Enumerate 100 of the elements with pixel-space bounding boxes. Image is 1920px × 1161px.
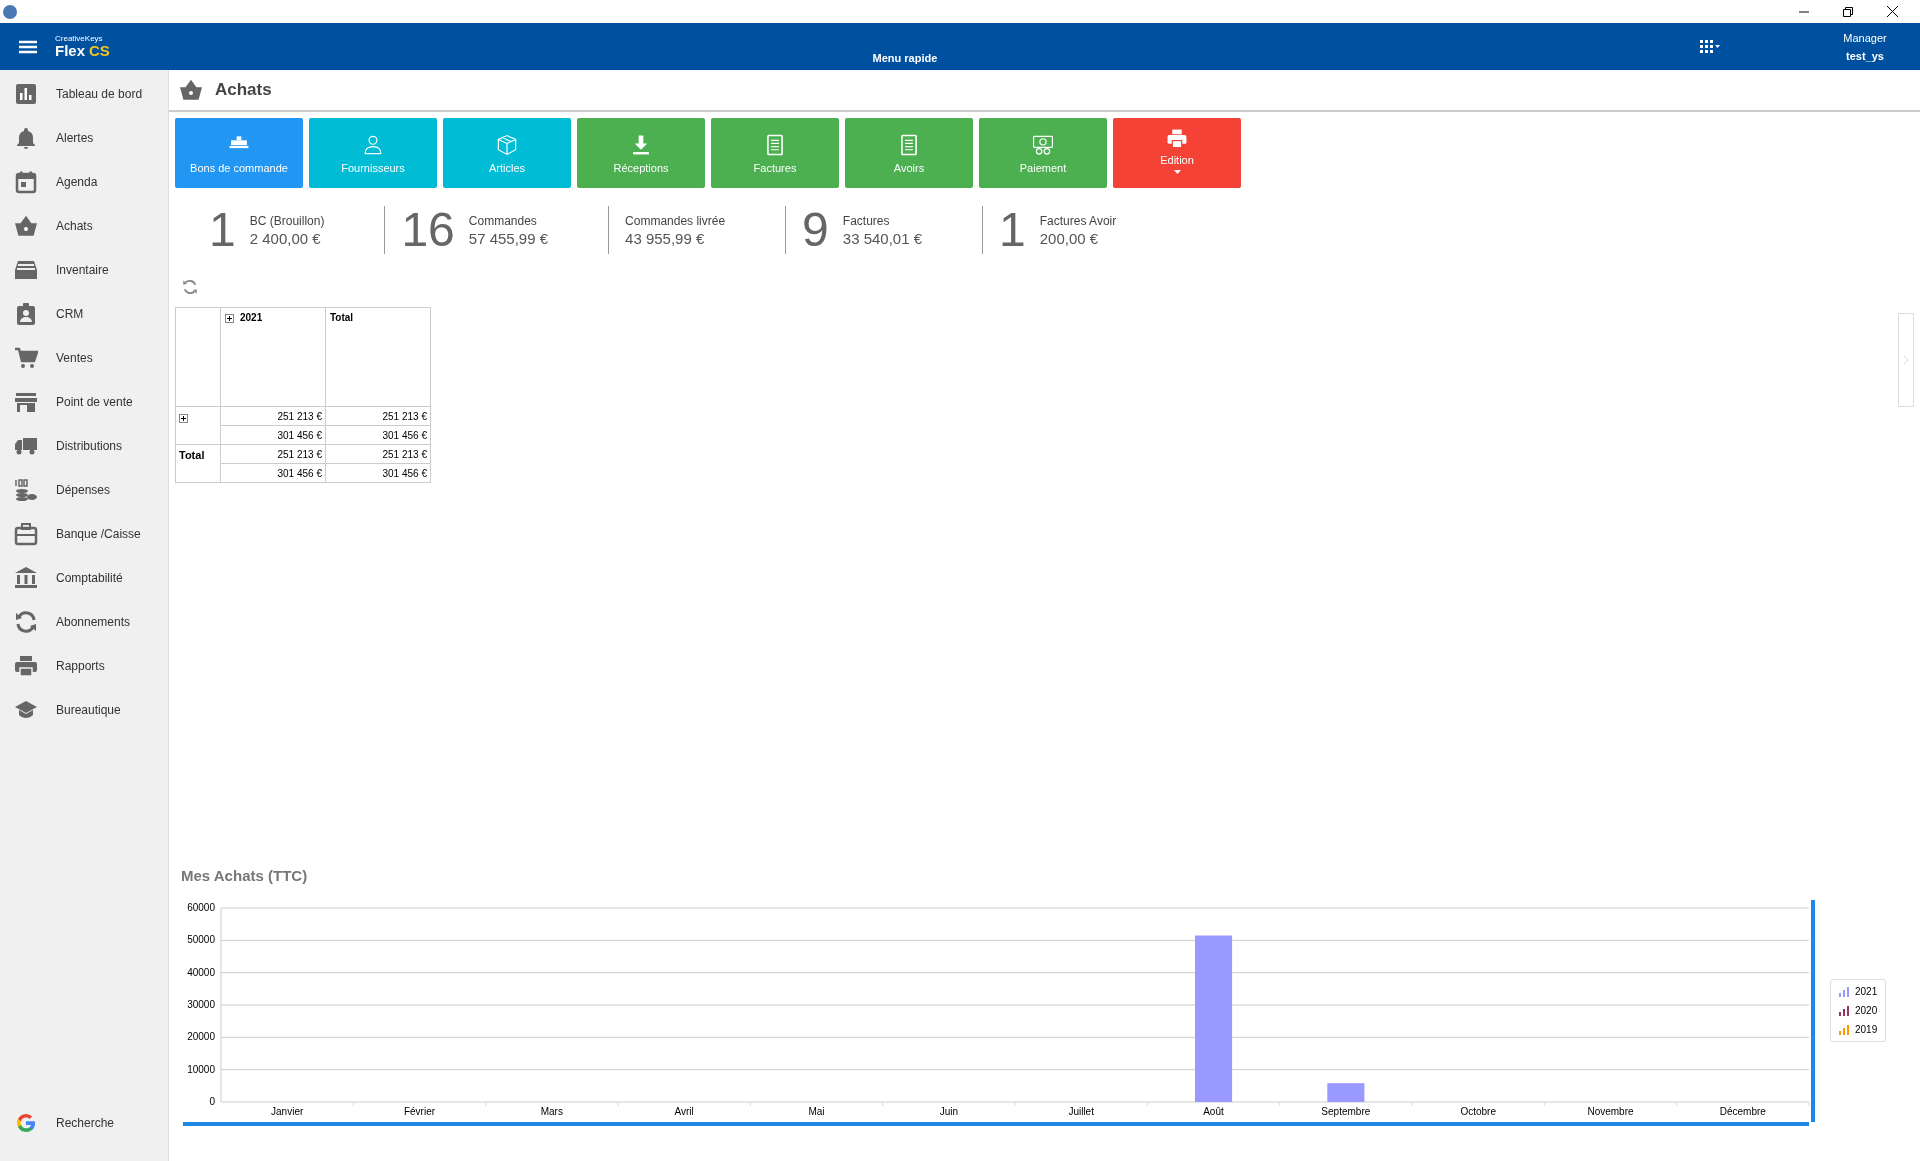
sidebar-item[interactable]: Banque /Caisse — [0, 512, 168, 556]
legend-label: 2021 — [1855, 986, 1878, 997]
bell-icon — [14, 126, 38, 150]
printer-icon — [14, 654, 38, 678]
apps-button[interactable] — [1700, 39, 1720, 54]
column-header: 2021 — [240, 312, 263, 323]
y-tick-label: 10000 — [187, 1063, 215, 1075]
sidebar-item[interactable]: Ventes — [0, 336, 168, 380]
brand-name: Flex — [55, 43, 85, 58]
sidebar-item[interactable]: Distributions — [0, 424, 168, 468]
chart-bar — [1327, 1083, 1365, 1102]
y-tick-label: 50000 — [187, 934, 215, 946]
restore-icon — [1843, 6, 1853, 17]
printer-icon — [1166, 128, 1188, 150]
x-tick-label: Février — [403, 1106, 436, 1117]
side-panel-handle[interactable] — [1898, 313, 1914, 407]
table-cell: 301 456 € — [325, 425, 431, 445]
x-tick-label: Janvier — [271, 1106, 304, 1117]
table-cell: 301 456 € — [220, 463, 326, 483]
quick-menu-title: Menu rapide — [871, 52, 939, 64]
brand-suffix: CS — [89, 43, 110, 58]
chart-icon — [14, 82, 38, 106]
cart-icon — [14, 346, 38, 370]
row-header: Total — [179, 449, 205, 461]
tray-icon — [14, 258, 38, 282]
sidebar-item[interactable]: CRM — [0, 292, 168, 336]
basket-icon — [179, 78, 203, 102]
sidebar-item[interactable]: Achats — [0, 204, 168, 248]
stat-count: 16 — [401, 206, 455, 254]
download-icon — [630, 134, 652, 156]
person-icon — [362, 134, 384, 156]
sidebar-item[interactable]: Inventaire — [0, 248, 168, 292]
page-title: Achats — [215, 80, 272, 100]
x-tick-label: Octobre — [1460, 1106, 1496, 1117]
table-cell: 301 456 € — [325, 463, 431, 483]
table-cell: 251 213 € — [325, 444, 431, 464]
x-tick-label: Décembre — [1719, 1106, 1766, 1117]
search-link[interactable]: Recherche — [0, 1101, 168, 1145]
stat-label: BC (Brouillon) — [249, 213, 325, 228]
y-tick-label: 0 — [209, 1096, 215, 1107]
sidebar-item[interactable]: Dépenses — [0, 468, 168, 512]
x-tick-label: Août — [1203, 1106, 1224, 1117]
close-icon — [1886, 6, 1898, 17]
stat-label: Commandes — [468, 213, 538, 228]
sidebar-item[interactable]: Tableau de bord — [0, 72, 168, 116]
sidebar-item[interactable]: Rapports — [0, 644, 168, 688]
sidebar-item[interactable]: Bureautique — [0, 688, 168, 732]
action-tile[interactable]: Edition — [1113, 118, 1241, 188]
app-logo-icon — [3, 4, 17, 19]
x-tick-label: Septembre — [1321, 1106, 1371, 1117]
stat-label: Factures — [842, 213, 891, 228]
doc-icon — [898, 134, 920, 156]
y-tick-label: 30000 — [187, 999, 215, 1010]
sidebar-item[interactable]: Point de vente — [0, 380, 168, 424]
x-tick-label: Juin — [939, 1106, 958, 1117]
stat-amount: 57 455,99 € — [468, 229, 549, 247]
chart-title: Mes Achats (TTC) — [181, 867, 309, 884]
sidebar-item[interactable]: Alertes — [0, 116, 168, 160]
horizontal-scrollbar[interactable] — [183, 1122, 1809, 1126]
legend-label: 2020 — [1855, 1005, 1878, 1016]
stat-label: Commandes livrée — [625, 213, 726, 228]
sidebar-item[interactable]: Abonnements — [0, 600, 168, 644]
store-icon — [14, 390, 38, 414]
stat-amount: 33 540,01 € — [842, 229, 923, 247]
expand-button[interactable] — [225, 313, 234, 323]
expand-button[interactable] — [179, 413, 188, 423]
stat-amount: 2 400,00 € — [249, 229, 322, 247]
stat-amount: 43 955,99 € — [625, 229, 706, 247]
calendar-icon — [14, 170, 38, 194]
column-header: Total — [330, 312, 354, 323]
briefcase-icon — [14, 522, 38, 546]
g-logo-icon — [14, 1111, 38, 1135]
stat-count: 1 — [209, 206, 236, 254]
table-cell: 251 213 € — [220, 406, 326, 426]
user-name: test_ys — [1845, 48, 1885, 64]
y-tick-label: 60000 — [187, 902, 215, 913]
menu-icon — [18, 39, 37, 54]
basket-icon — [14, 214, 38, 238]
x-tick-label: Novembre — [1587, 1106, 1634, 1117]
x-tick-label: Juillet — [1068, 1106, 1094, 1117]
doc-icon — [764, 134, 786, 156]
sync-icon — [14, 610, 38, 634]
badge-icon — [14, 302, 38, 326]
y-tick-label: 20000 — [187, 1031, 215, 1043]
table-cell: 301 456 € — [220, 425, 326, 445]
x-tick-label: Mars — [540, 1106, 563, 1117]
sidebar-item[interactable]: Comptabilité — [0, 556, 168, 600]
stat-label: Factures Avoir — [1039, 213, 1117, 228]
legend-label: 2019 — [1855, 1024, 1878, 1035]
user-role: Manager — [1842, 30, 1888, 46]
x-tick-label: Avril — [674, 1106, 694, 1117]
table-cell: 251 213 € — [220, 444, 326, 464]
bank-icon — [14, 566, 38, 590]
brand-tagline: CreativeKeys — [55, 35, 104, 43]
stat-count: 9 — [802, 206, 829, 254]
y-tick-label: 40000 — [187, 966, 215, 978]
vertical-scrollbar[interactable] — [1811, 900, 1815, 1122]
table-cell: 251 213 € — [325, 406, 431, 426]
sidebar-item[interactable]: Agenda — [0, 160, 168, 204]
stat-count: 1 — [999, 206, 1026, 254]
